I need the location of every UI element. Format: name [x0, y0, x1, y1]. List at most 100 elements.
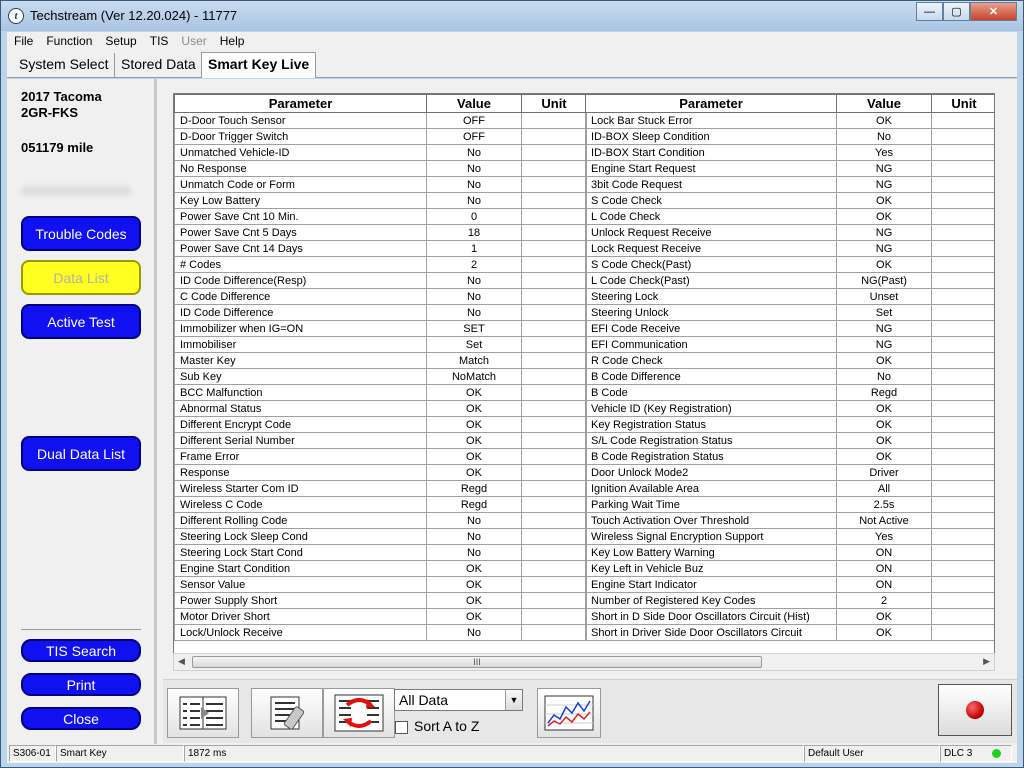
table-row[interactable]: Wireless C Code Regd — [174, 496, 587, 513]
unit-header[interactable]: Unit — [521, 94, 587, 113]
table-row[interactable]: Unlock Request Receive NG — [585, 224, 994, 241]
parameter-header[interactable]: Parameter — [585, 94, 837, 113]
table-row[interactable]: Key Left in Vehicle Buz ON — [585, 560, 994, 577]
table-row[interactable]: BCC Malfunction OK — [174, 384, 587, 401]
table-row[interactable]: L Code Check OK — [585, 208, 994, 225]
table-row[interactable]: Steering Lock Start Cond No — [174, 544, 587, 561]
tab-smart-key-live[interactable]: Smart Key Live — [201, 52, 317, 78]
value-header[interactable]: Value — [836, 94, 932, 113]
parameter-header[interactable]: Parameter — [174, 94, 427, 113]
table-row[interactable]: ID Code Difference(Resp) No — [174, 272, 587, 289]
data-filter-select[interactable]: All Data ▼ — [394, 689, 523, 711]
table-row[interactable]: Wireless Signal Encryption Support Yes — [585, 528, 994, 545]
table-row[interactable]: ID-BOX Start Condition Yes — [585, 144, 994, 161]
print-button[interactable]: Print — [21, 673, 141, 696]
table-row[interactable]: Steering Lock Sleep Cond No — [174, 528, 587, 545]
reorder-button[interactable] — [323, 688, 395, 738]
table-row[interactable]: Short in Driver Side Door Oscillators Ci… — [585, 624, 994, 641]
table-row[interactable]: S/L Code Registration Status OK — [585, 432, 994, 449]
table-row[interactable]: Vehicle ID (Key Registration) OK — [585, 400, 994, 417]
table-row[interactable]: Different Rolling Code No — [174, 512, 587, 529]
table-row[interactable]: EFI Communication NG — [585, 336, 994, 353]
minimize-icon[interactable]: — — [916, 2, 943, 21]
table-row[interactable]: Door Unlock Mode2 Driver — [585, 464, 994, 481]
table-row[interactable]: Key Low Battery Warning ON — [585, 544, 994, 561]
table-row[interactable]: B Code Regd — [585, 384, 994, 401]
maximize-icon[interactable]: ▢ — [943, 2, 970, 21]
table-row[interactable]: Parking Wait Time 2.5s — [585, 496, 994, 513]
list-view-button[interactable] — [167, 688, 239, 738]
table-row[interactable]: Motor Driver Short OK — [174, 608, 587, 625]
graph-button[interactable] — [537, 688, 601, 738]
table-row[interactable]: ID-BOX Sleep Condition No — [585, 128, 994, 145]
table-row[interactable]: Frame Error OK — [174, 448, 587, 465]
table-row[interactable]: S Code Check OK — [585, 192, 994, 209]
dual-data-list-button[interactable]: Dual Data List — [21, 436, 141, 471]
table-row[interactable]: Engine Start Condition OK — [174, 560, 587, 577]
record-button[interactable] — [938, 684, 1012, 736]
table-row[interactable]: Key Low Battery No — [174, 192, 587, 209]
table-row[interactable]: Sensor Value OK — [174, 576, 587, 593]
table-row[interactable]: D-Door Trigger Switch OFF — [174, 128, 587, 145]
table-row[interactable]: Engine Start Indicator ON — [585, 576, 994, 593]
tis-search-button[interactable]: TIS Search — [21, 639, 141, 662]
table-row[interactable]: Sub Key NoMatch — [174, 368, 587, 385]
menu-function[interactable]: Function — [39, 32, 98, 51]
table-row[interactable]: L Code Check(Past) NG(Past) — [585, 272, 994, 289]
active-test-button[interactable]: Active Test — [21, 304, 141, 339]
menu-help[interactable]: Help — [213, 32, 251, 51]
menu-file[interactable]: File — [7, 32, 39, 51]
table-row[interactable]: Power Supply Short OK — [174, 592, 587, 609]
table-row[interactable]: EFI Code Receive NG — [585, 320, 994, 337]
snapshot-button[interactable] — [251, 688, 323, 738]
unit-header[interactable]: Unit — [931, 94, 994, 113]
table-row[interactable]: C Code Difference No — [174, 288, 587, 305]
table-row[interactable]: Immobilizer when IG=ON SET — [174, 320, 587, 337]
table-row[interactable]: Master Key Match — [174, 352, 587, 369]
table-row[interactable]: Power Save Cnt 14 Days 1 — [174, 240, 587, 257]
scroll-left-icon[interactable]: ◀ — [178, 656, 185, 667]
table-row[interactable]: Touch Activation Over Threshold Not Activ… — [585, 512, 994, 529]
table-row[interactable]: Key Registration Status OK — [585, 416, 994, 433]
table-row[interactable]: Number of Registered Key Codes 2 — [585, 592, 994, 609]
menu-tis[interactable]: TIS — [143, 32, 175, 51]
table-row[interactable]: S Code Check(Past) OK — [585, 256, 994, 273]
table-row[interactable]: B Code Difference No — [585, 368, 994, 385]
title-bar[interactable]: t Techstream (Ver 12.20.024) - 11777 — ▢… — [1, 1, 1023, 31]
table-row[interactable]: Wireless Starter Com ID Regd — [174, 480, 587, 497]
sort-a-to-z-label[interactable]: Sort A to Z — [414, 718, 479, 734]
tab-system-select[interactable]: System Select — [13, 53, 116, 77]
trouble-codes-button[interactable]: Trouble Codes — [21, 216, 141, 251]
table-row[interactable]: R Code Check OK — [585, 352, 994, 369]
table-row[interactable]: Ignition Available Area All — [585, 480, 994, 497]
menu-setup[interactable]: Setup — [98, 32, 142, 51]
scrollbar-thumb[interactable]: III — [192, 656, 762, 668]
value-header[interactable]: Value — [426, 94, 522, 113]
table-row[interactable]: Power Save Cnt 10 Min. 0 — [174, 208, 587, 225]
dropdown-arrow-icon[interactable]: ▼ — [505, 690, 522, 710]
app-logo-icon[interactable]: t — [8, 8, 24, 24]
table-row[interactable]: Response OK — [174, 464, 587, 481]
table-row[interactable]: Unmatched Vehicle-ID No — [174, 144, 587, 161]
table-row[interactable]: D-Door Touch Sensor OFF — [174, 112, 587, 129]
table-row[interactable]: Steering Unlock Set — [585, 304, 994, 321]
close-button[interactable]: Close — [21, 707, 141, 730]
data-list-button[interactable]: Data List — [21, 260, 141, 295]
table-row[interactable]: Power Save Cnt 5 Days 18 — [174, 224, 587, 241]
horizontal-scrollbar[interactable]: ◀ III ▶ — [173, 653, 995, 671]
table-row[interactable]: Lock Bar Stuck Error OK — [585, 112, 994, 129]
table-row[interactable]: Lock Request Receive NG — [585, 240, 994, 257]
table-row[interactable]: Engine Start Request NG — [585, 160, 994, 177]
table-row[interactable]: 3bit Code Request NG — [585, 176, 994, 193]
table-row[interactable]: ID Code Difference No — [174, 304, 587, 321]
table-row[interactable]: Different Encrypt Code OK — [174, 416, 587, 433]
table-row[interactable]: Unmatch Code or Form No — [174, 176, 587, 193]
tab-stored-data[interactable]: Stored Data — [115, 53, 203, 77]
table-row[interactable]: Immobiliser Set — [174, 336, 587, 353]
scroll-right-icon[interactable]: ▶ — [983, 656, 990, 667]
table-row[interactable]: # Codes 2 — [174, 256, 587, 273]
table-row[interactable]: Short in D Side Door Oscillators Circuit… — [585, 608, 994, 625]
table-row[interactable]: Steering Lock Unset — [585, 288, 994, 305]
table-row[interactable]: Lock/Unlock Receive No — [174, 624, 587, 641]
table-row[interactable]: Different Serial Number OK — [174, 432, 587, 449]
